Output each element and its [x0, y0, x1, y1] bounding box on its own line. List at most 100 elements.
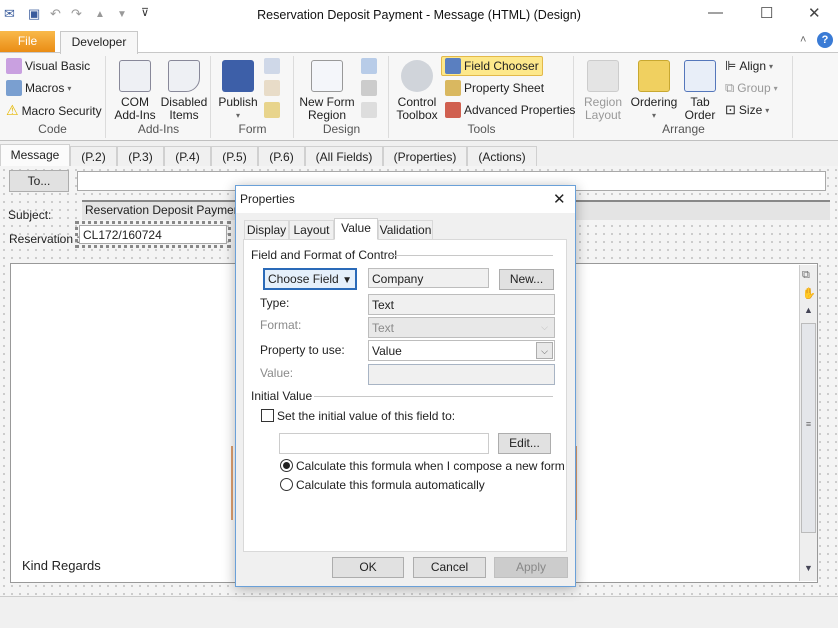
group-code: Visual Basic Macros ▾ ⚠ Macro Security Cod…	[0, 56, 106, 138]
value-tab-panel: Field and Format of Control Choose Field…	[243, 239, 567, 552]
group-button: ⧉ Group ▾	[725, 80, 778, 95]
property-sheet-button[interactable]: Property Sheet	[445, 80, 544, 96]
size-icon: ⊡	[725, 102, 736, 117]
field-chooser-button[interactable]: Field Chooser	[441, 56, 543, 76]
tab-p5[interactable]: (P.5)	[211, 146, 258, 167]
maximize-button[interactable]: ☐	[760, 4, 773, 22]
hand-icon: ✋	[802, 288, 816, 300]
com-add-ins-button[interactable]: COM Add-Ins	[113, 60, 157, 122]
minimize-button[interactable]: —	[708, 4, 723, 21]
group-form: Publish ▾ Form	[212, 56, 294, 138]
collapse-ribbon-icon[interactable]: ˄	[800, 34, 806, 46]
control-toolbox-button[interactable]: Control Toolbox	[394, 60, 440, 122]
scroll-thumb[interactable]: ≡	[801, 323, 816, 533]
label: Field Chooser	[464, 59, 539, 73]
label: Size	[738, 103, 763, 117]
run-form-icon[interactable]	[264, 80, 280, 96]
field-name-display: Company	[368, 268, 489, 288]
label: Toolbox	[396, 108, 438, 122]
label: Align	[739, 59, 767, 73]
group-icon: ⧉	[725, 80, 735, 95]
tab-message[interactable]: Message	[0, 144, 70, 167]
tab-value[interactable]: Value	[334, 218, 378, 240]
radio-compose-label: Calculate this formula when I compose a …	[296, 459, 565, 473]
tab-layout[interactable]: Layout	[289, 220, 334, 239]
publish-button[interactable]: Publish ▾	[216, 60, 260, 122]
new-form-region-button[interactable]: New Form Region	[297, 60, 357, 122]
initial-value-field	[279, 433, 489, 454]
property-to-use-dropdown[interactable]: Value ⌵	[368, 340, 555, 361]
open-folder-icon[interactable]	[361, 58, 377, 74]
tab-actions[interactable]: (Actions)	[467, 146, 537, 167]
dialog-close-button[interactable]: ✕	[553, 190, 566, 208]
tab-file[interactable]: File	[0, 31, 55, 53]
tools-icon	[401, 60, 433, 92]
section-initial-value: Initial Value	[251, 389, 313, 403]
ordering-icon	[638, 60, 670, 92]
save-region-icon	[361, 80, 377, 96]
cancel-button[interactable]: Cancel	[413, 557, 486, 578]
tab-order-button[interactable]: Tab Order	[681, 60, 719, 122]
label: Order	[684, 108, 716, 122]
scroll-down-icon[interactable]: ▼	[801, 563, 816, 579]
form-page-tabs: Message (P.2) (P.3) (P.4) (P.5) (P.6) (A…	[0, 144, 838, 167]
value: Text	[372, 321, 395, 335]
group-arrange: Region Layout Ordering ▾ Tab Order ⊫ Align ▾ …	[575, 56, 793, 138]
chevron-down-icon[interactable]: ⌵	[536, 342, 553, 359]
help-icon[interactable]: ?	[817, 32, 833, 48]
label: Publish	[218, 95, 258, 109]
macros-button[interactable]: Macros ▾	[6, 80, 71, 96]
visual-basic-button[interactable]: Visual Basic	[6, 58, 90, 74]
visual-basic-icon	[6, 58, 22, 74]
tab-p3[interactable]: (P.3)	[117, 146, 164, 167]
tab-display[interactable]: Display	[244, 220, 289, 239]
type-label: Type:	[260, 296, 290, 310]
group-add-ins: COM Add-Ins Disabled Items Add-Ins	[107, 56, 211, 138]
tab-validation[interactable]: Validation	[378, 220, 433, 239]
label: Layout	[584, 108, 622, 122]
status-bar	[0, 596, 838, 628]
value-label: Value:	[260, 366, 294, 380]
disabled-items-button[interactable]: Disabled Items	[159, 60, 209, 122]
subject-label: Subject:	[8, 208, 52, 222]
tab-p2[interactable]: (P.2)	[70, 146, 117, 167]
radio-automatically[interactable]	[280, 478, 293, 491]
tab-all-fields[interactable]: (All Fields)	[305, 146, 383, 167]
tab-p6[interactable]: (P.6)	[258, 146, 305, 167]
divider	[314, 396, 553, 397]
set-initial-value-checkbox[interactable]	[261, 409, 274, 422]
new-form-region-icon	[311, 60, 343, 92]
format-label: Format:	[260, 318, 302, 332]
ordering-button[interactable]: Ordering ▾	[627, 60, 681, 122]
dropdown-arrow-icon: ▼	[342, 275, 352, 286]
properties-dialog: Properties ✕ Display Layout Value Valida…	[235, 185, 576, 587]
label: Add-Ins	[114, 108, 156, 122]
new-field-button[interactable]: New...	[499, 269, 554, 290]
size-button[interactable]: ⊡ Size ▾	[725, 102, 769, 118]
region-layout-button: Region Layout	[579, 60, 627, 122]
ok-button[interactable]: OK	[332, 557, 404, 578]
tab-p4[interactable]: (P.4)	[164, 146, 211, 167]
advanced-properties-button[interactable]: Advanced Properties	[445, 102, 575, 118]
macro-security-button[interactable]: ⚠ Macro Security	[6, 102, 102, 119]
to-button[interactable]: To...	[9, 170, 69, 192]
label: Macros	[25, 81, 65, 95]
tab-order-icon	[684, 60, 716, 92]
reservation-field[interactable]: CL172/160724	[75, 221, 231, 248]
com-add-ins-icon	[119, 60, 151, 92]
tab-properties[interactable]: (Properties)	[383, 146, 467, 167]
label: Items	[169, 108, 199, 122]
scroll-up-icon[interactable]: ▲	[801, 305, 816, 321]
form-settings-icon[interactable]	[264, 102, 280, 118]
body-scrollbar[interactable]: ⧉ ✋ ▲ ≡ ▼	[799, 265, 817, 581]
choose-field-button[interactable]: Choose Field ▼	[263, 268, 357, 290]
label: Visual Basic	[25, 59, 91, 73]
radio-compose[interactable]	[280, 459, 293, 472]
group-label: Form	[238, 122, 267, 136]
edit-button[interactable]: Edit...	[498, 433, 551, 454]
tab-developer[interactable]: Developer	[60, 31, 138, 54]
align-button[interactable]: ⊫ Align ▾	[725, 58, 773, 74]
view-code-icon[interactable]	[264, 58, 280, 74]
disabled-items-icon	[168, 60, 200, 92]
close-button[interactable]: ✕	[808, 4, 821, 22]
